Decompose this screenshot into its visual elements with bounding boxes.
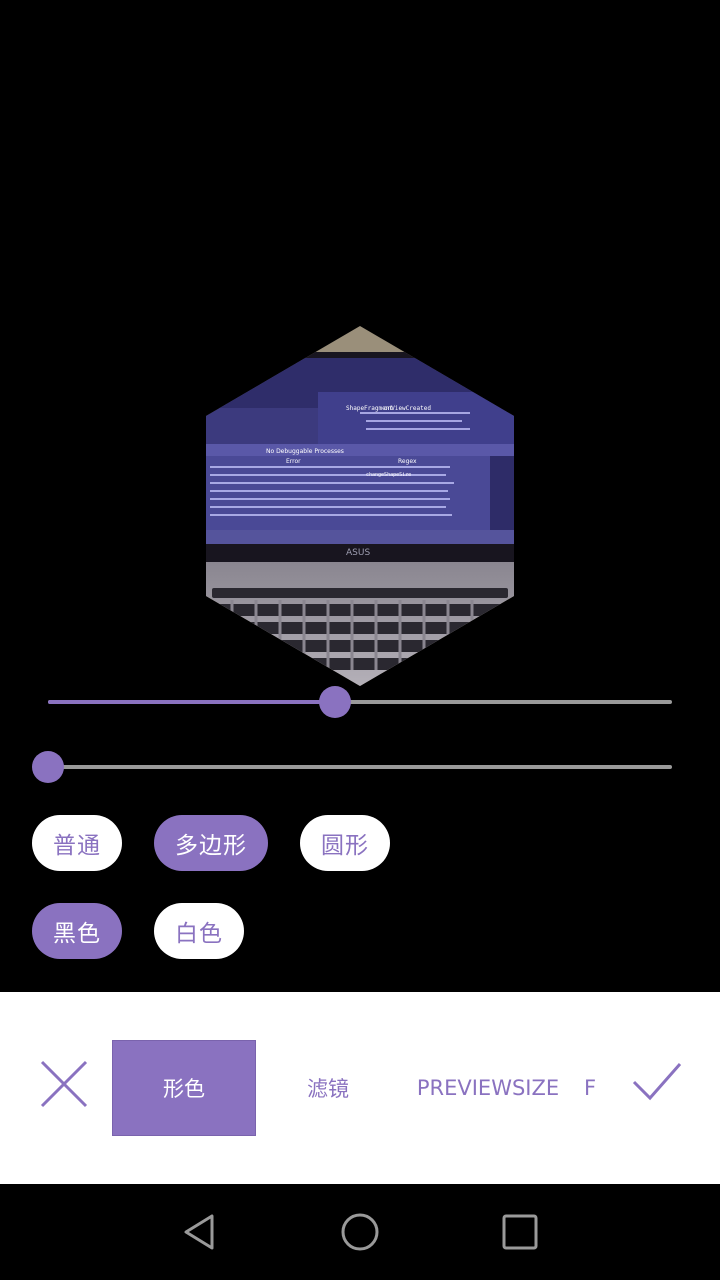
screen-snippet-changeshapesize: changeShapeSize (366, 472, 411, 478)
slider-track (48, 765, 672, 769)
tab-strip: 形色 滤镜 PREVIEWSIZE F (112, 1040, 610, 1136)
shape-option-circle[interactable]: 圆形 (300, 815, 390, 871)
rotation-slider[interactable] (32, 747, 688, 787)
screen-snippet-onviewcreated: onViewCreated (384, 405, 431, 412)
triangle-back-icon[interactable] (180, 1212, 220, 1252)
system-navigation-bar (0, 1184, 720, 1280)
shape-option-normal[interactable]: 普通 (32, 815, 122, 871)
tab-partial[interactable]: F (576, 1040, 610, 1136)
screen-snippet-processes: No Debuggable Processes (266, 448, 344, 455)
screen-snippet-regex: Regex (398, 458, 417, 465)
color-options: 黑色 白色 (32, 903, 244, 959)
tab-shape-color[interactable]: 形色 (112, 1040, 256, 1136)
slider-fill (48, 700, 336, 704)
color-option-white[interactable]: 白色 (154, 903, 244, 959)
screen-snippet-error: Error (286, 458, 301, 465)
shape-option-polygon[interactable]: 多边形 (154, 815, 268, 871)
circle-home-icon[interactable] (340, 1212, 380, 1252)
asus-logo: ASUS (346, 548, 370, 558)
size-slider[interactable] (32, 682, 688, 722)
square-recent-icon[interactable] (500, 1212, 540, 1252)
slider-thumb[interactable] (319, 686, 352, 718)
slider-thumb[interactable] (32, 751, 64, 783)
check-icon[interactable] (630, 1058, 684, 1106)
color-option-black[interactable]: 黑色 (32, 903, 122, 959)
tab-previewsize[interactable]: PREVIEWSIZE (400, 1040, 576, 1136)
hexagon-preview: ShapeFragment onViewCreated No Debuggabl… (206, 326, 514, 686)
shape-options: 普通 多边形 圆形 (32, 815, 390, 871)
bottom-toolbar: 形色 滤镜 PREVIEWSIZE F (0, 992, 720, 1184)
close-icon[interactable] (38, 1058, 90, 1110)
tab-filter[interactable]: 滤镜 (256, 1040, 400, 1136)
